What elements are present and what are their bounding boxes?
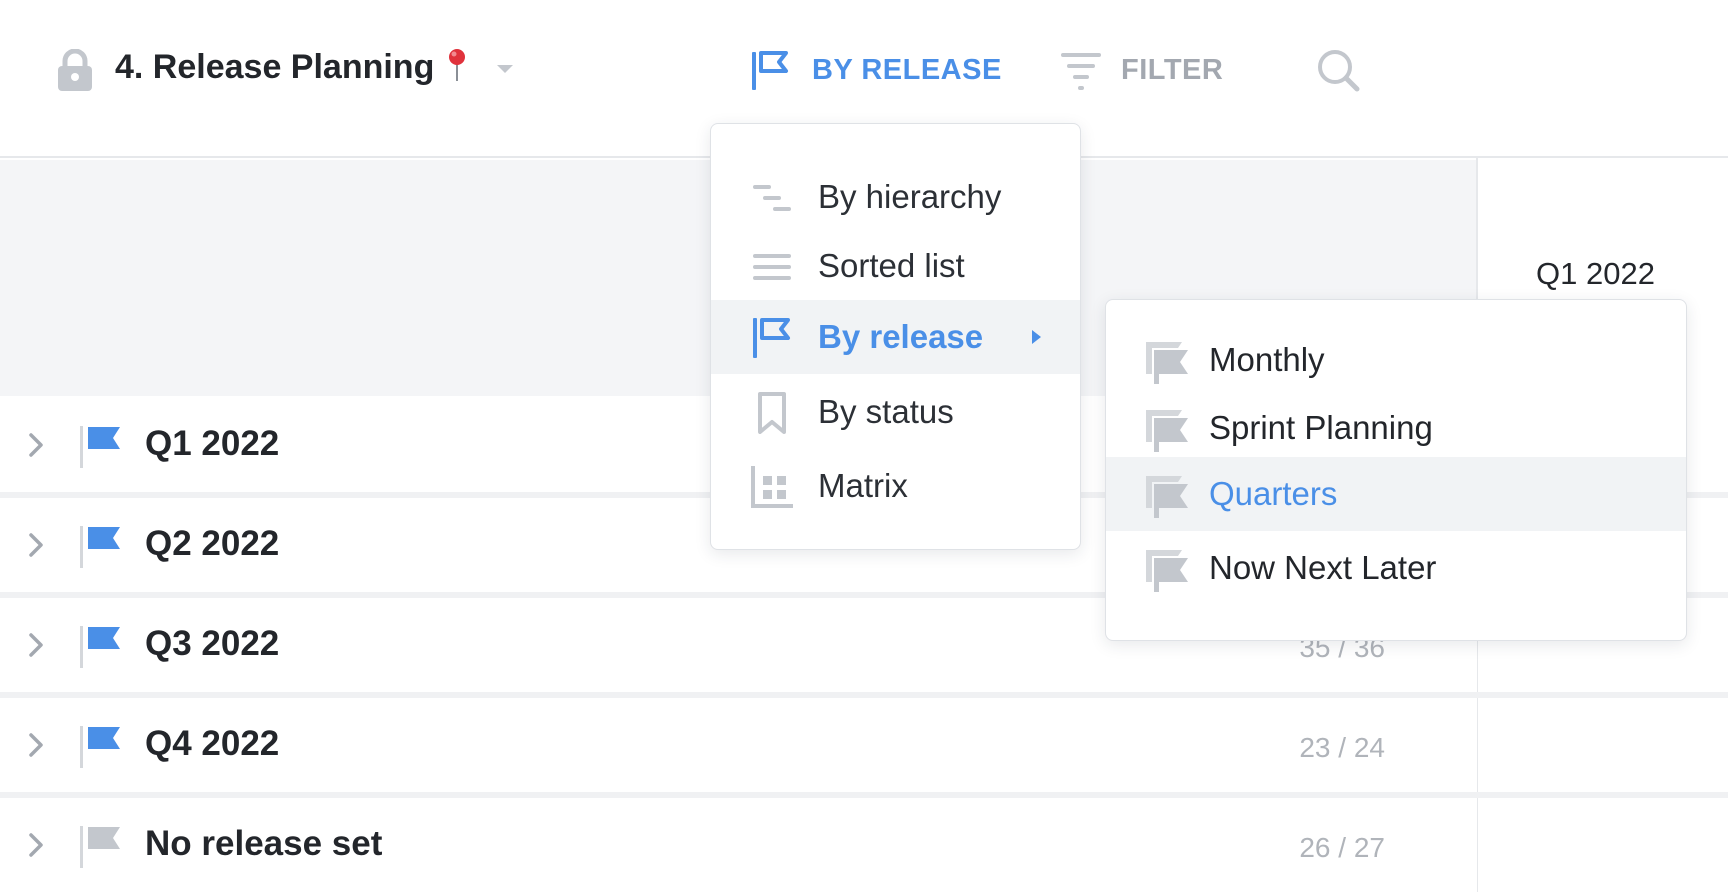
pushpin-icon xyxy=(449,49,466,81)
filter-label: FILTER xyxy=(1121,53,1224,86)
submenu-item-label: Monthly xyxy=(1209,341,1325,378)
matrix-icon xyxy=(751,466,793,508)
view-title-text: 4. Release Planning xyxy=(115,48,435,86)
menu-item-by-hierarchy[interactable]: By hierarchy xyxy=(711,160,1080,234)
menu-item-sorted-list[interactable]: Sorted list xyxy=(711,229,1080,303)
view-title[interactable]: 4. Release Planning xyxy=(115,48,468,87)
release-flag-icon xyxy=(80,426,120,468)
release-row-no-release[interactable]: No release set 26 / 27 xyxy=(0,798,1477,892)
view-dropdown-menu: By hierarchy Sorted list By release By s… xyxy=(710,123,1081,550)
release-submenu: Monthly Sprint Planning Quarters Now Nex… xyxy=(1105,299,1687,641)
submenu-item-monthly[interactable]: Monthly xyxy=(1106,323,1686,397)
no-release-flag-icon xyxy=(80,826,120,868)
submenu-item-label: Quarters xyxy=(1209,475,1338,512)
release-row-label: No release set xyxy=(145,824,383,863)
submenu-item-quarters[interactable]: Quarters xyxy=(1106,457,1686,531)
release-set-icon xyxy=(1146,550,1188,592)
filter-button[interactable]: FILTER xyxy=(1061,46,1223,94)
release-row-label: Q3 2022 xyxy=(145,624,280,663)
submenu-item-label: Now Next Later xyxy=(1209,549,1437,586)
by-release-button[interactable]: BY RELEASE xyxy=(750,46,1002,94)
menu-item-label: By hierarchy xyxy=(818,178,1002,215)
release-row-label: Q2 2022 xyxy=(145,524,280,563)
chevron-right-icon[interactable] xyxy=(26,830,48,860)
chevron-right-icon[interactable] xyxy=(26,630,48,660)
release-row-label: Q4 2022 xyxy=(145,724,280,763)
release-row-label: Q1 2022 xyxy=(145,424,280,463)
search-icon[interactable] xyxy=(1316,48,1360,92)
release-flag-icon xyxy=(753,318,790,358)
chevron-right-icon[interactable] xyxy=(26,730,48,760)
menu-item-label: By status xyxy=(818,393,954,430)
submenu-item-label: Sprint Planning xyxy=(1209,409,1433,446)
release-row-q4-2022[interactable]: Q4 2022 23 / 24 xyxy=(0,698,1477,792)
submenu-item-sprint-planning[interactable]: Sprint Planning xyxy=(1106,391,1686,465)
release-set-icon xyxy=(1146,476,1188,518)
filter-icon xyxy=(1061,53,1101,90)
release-flag-icon xyxy=(752,51,788,90)
hierarchy-icon xyxy=(753,185,791,211)
menu-item-label: By release xyxy=(818,318,984,355)
release-flag-icon xyxy=(80,626,120,668)
timeline-column-label: Q1 2022 xyxy=(1536,256,1655,291)
bookmark-icon xyxy=(758,392,786,434)
menu-item-label: Sorted list xyxy=(818,247,965,284)
release-row-count: 26 / 27 xyxy=(1299,832,1385,863)
menu-item-label: Matrix xyxy=(818,467,908,504)
view-switcher-caret-icon[interactable] xyxy=(497,65,513,73)
submenu-arrow-icon xyxy=(1032,330,1041,344)
by-release-label: BY RELEASE xyxy=(812,53,1002,86)
lock-icon xyxy=(58,49,92,91)
release-set-icon xyxy=(1146,342,1188,384)
chevron-right-icon[interactable] xyxy=(26,430,48,460)
chevron-right-icon[interactable] xyxy=(26,530,48,560)
release-set-icon xyxy=(1146,410,1188,452)
submenu-item-now-next-later[interactable]: Now Next Later xyxy=(1106,531,1686,605)
release-row-count: 23 / 24 xyxy=(1299,732,1385,763)
list-icon xyxy=(753,254,791,280)
release-flag-icon xyxy=(80,726,120,768)
menu-item-matrix[interactable]: Matrix xyxy=(711,449,1080,523)
menu-item-by-status[interactable]: By status xyxy=(711,375,1080,449)
release-flag-icon xyxy=(80,526,120,568)
menu-item-by-release[interactable]: By release xyxy=(711,300,1080,374)
